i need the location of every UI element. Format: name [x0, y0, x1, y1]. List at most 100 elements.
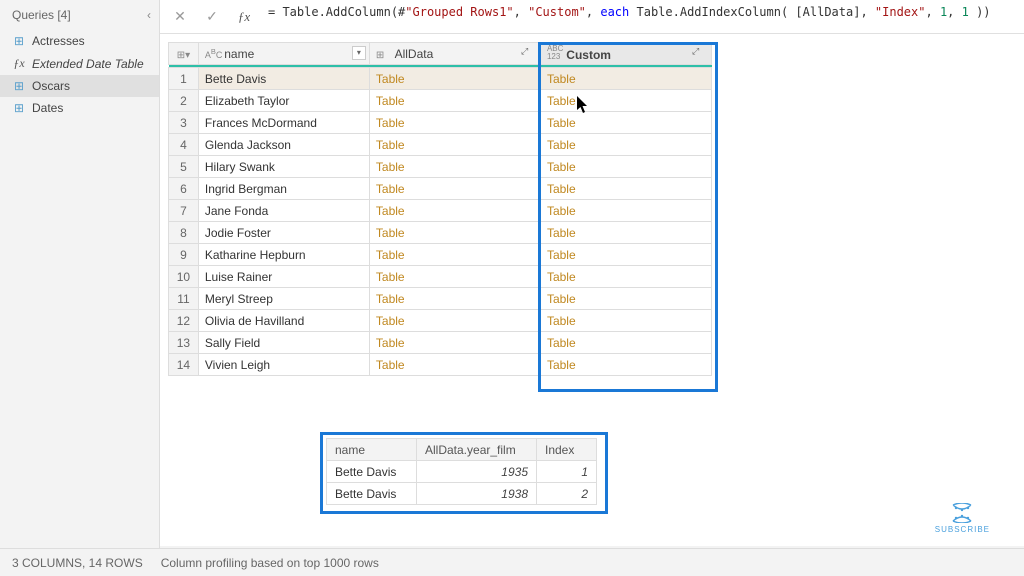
cell-name[interactable]: Jane Fonda: [198, 200, 369, 222]
cell-name[interactable]: Meryl Streep: [198, 288, 369, 310]
table-row[interactable]: 4Glenda JacksonTableTable: [169, 134, 712, 156]
cell-name[interactable]: Bette Davis: [198, 68, 369, 90]
table-link[interactable]: Table: [547, 314, 576, 328]
column-header-name[interactable]: ABC name ▾: [198, 43, 369, 65]
table-link[interactable]: Table: [547, 204, 576, 218]
row-number[interactable]: 6: [169, 178, 199, 200]
row-number[interactable]: 12: [169, 310, 199, 332]
table-link[interactable]: Table: [376, 314, 405, 328]
cell-custom[interactable]: Table: [540, 156, 711, 178]
cell-custom[interactable]: Table: [540, 244, 711, 266]
table-row[interactable]: 5Hilary Swank Table Table: [169, 156, 712, 178]
cell-alldata[interactable]: Table: [369, 200, 540, 222]
row-number[interactable]: 13: [169, 332, 199, 354]
cell-custom[interactable]: Table: [540, 332, 711, 354]
table-link[interactable]: Table: [547, 226, 576, 240]
table-row[interactable]: 11Meryl StreepTableTable: [169, 288, 712, 310]
cell-name[interactable]: Frances McDormand: [198, 112, 369, 134]
column-header-custom[interactable]: ABC123 Custom ⤢: [540, 43, 711, 65]
table-link[interactable]: Table: [376, 358, 405, 372]
table-link[interactable]: Table: [547, 182, 576, 196]
table-link[interactable]: Table: [376, 72, 405, 86]
table-link[interactable]: Table: [376, 270, 405, 284]
cell-name[interactable]: Katharine Hepburn: [198, 244, 369, 266]
preview-col-yearfilm[interactable]: AllData.year_film: [417, 439, 537, 461]
table-link[interactable]: Table: [376, 336, 405, 350]
table-row[interactable]: 2Elizabeth TaylorTableTable: [169, 90, 712, 112]
cell-name[interactable]: Sally Field: [198, 332, 369, 354]
query-item-extended-date-table[interactable]: ƒxExtended Date Table: [0, 52, 159, 75]
corner-cell[interactable]: ⊞▾: [169, 43, 199, 65]
cell-alldata[interactable]: Table: [369, 244, 540, 266]
cell-custom[interactable]: Table: [540, 90, 711, 112]
cell-name[interactable]: Ingrid Bergman: [198, 178, 369, 200]
table-row[interactable]: 6Ingrid Bergman Table Table: [169, 178, 712, 200]
cell-alldata[interactable]: Table: [369, 156, 540, 178]
cell-alldata[interactable]: Table: [369, 178, 540, 200]
table-link[interactable]: Table: [376, 182, 405, 196]
cell-custom[interactable]: Table: [540, 68, 711, 90]
table-link[interactable]: Table: [547, 248, 576, 262]
row-number[interactable]: 8: [169, 222, 199, 244]
cell-alldata[interactable]: Table: [369, 90, 540, 112]
cell-custom[interactable]: Table: [540, 310, 711, 332]
table-row[interactable]: 9Katharine HepburnTableTable: [169, 244, 712, 266]
table-row[interactable]: 7Jane FondaTableTable: [169, 200, 712, 222]
cell-name[interactable]: Elizabeth Taylor: [198, 90, 369, 112]
table-row[interactable]: 14Vivien Leigh Table Table: [169, 354, 712, 376]
table-row[interactable]: 13Sally Field Table Table: [169, 332, 712, 354]
cell-alldata[interactable]: Table: [369, 332, 540, 354]
table-link[interactable]: Table: [547, 116, 576, 130]
cell-alldata[interactable]: Table: [369, 112, 540, 134]
query-item-dates[interactable]: ⊞Dates: [0, 97, 159, 119]
subscribe-badge[interactable]: SUBSCRIBE: [935, 503, 990, 534]
cell-name[interactable]: Vivien Leigh: [198, 354, 369, 376]
cell-custom[interactable]: Table: [540, 112, 711, 134]
row-number[interactable]: 2: [169, 90, 199, 112]
cell-custom[interactable]: Table: [540, 266, 711, 288]
table-link[interactable]: Table: [547, 160, 576, 174]
table-link[interactable]: Table: [547, 72, 576, 86]
table-row[interactable]: 12Olivia de Havilland Table Table: [169, 310, 712, 332]
commit-formula-icon[interactable]: ✓: [198, 5, 226, 29]
row-number[interactable]: 4: [169, 134, 199, 156]
table-link[interactable]: Table: [376, 160, 405, 174]
row-number[interactable]: 14: [169, 354, 199, 376]
table-link[interactable]: Table: [547, 138, 576, 152]
table-link[interactable]: Table: [376, 226, 405, 240]
cell-alldata[interactable]: Table: [369, 222, 540, 244]
filter-dropdown-icon[interactable]: ▾: [352, 46, 366, 60]
preview-col-name[interactable]: name: [327, 439, 417, 461]
cell-alldata[interactable]: Table: [369, 288, 540, 310]
preview-row[interactable]: Bette Davis19351: [327, 461, 597, 483]
query-item-actresses[interactable]: ⊞Actresses: [0, 30, 159, 52]
table-link[interactable]: Table: [376, 292, 405, 306]
row-number[interactable]: 1: [169, 68, 199, 90]
table-link[interactable]: Table: [547, 270, 576, 284]
table-link[interactable]: Table: [376, 204, 405, 218]
preview-row[interactable]: Bette Davis19382: [327, 483, 597, 505]
cell-alldata[interactable]: Table: [369, 354, 540, 376]
cell-custom[interactable]: Table: [540, 222, 711, 244]
table-link[interactable]: Table: [547, 336, 576, 350]
formula-input[interactable]: = Table.AddColumn(#"Grouped Rows1", "Cus…: [262, 5, 1018, 29]
cell-name[interactable]: Olivia de Havilland: [198, 310, 369, 332]
column-header-alldata[interactable]: ⊞ AllData ⤢: [369, 43, 540, 65]
row-number[interactable]: 5: [169, 156, 199, 178]
table-link[interactable]: Table: [547, 358, 576, 372]
cell-alldata[interactable]: Table: [369, 68, 540, 90]
table-row[interactable]: 8Jodie FosterTableTable: [169, 222, 712, 244]
table-row[interactable]: 10Luise RainerTableTable: [169, 266, 712, 288]
row-number[interactable]: 3: [169, 112, 199, 134]
collapse-sidebar-icon[interactable]: ‹: [147, 8, 151, 22]
cell-custom[interactable]: Table: [540, 288, 711, 310]
table-link[interactable]: Table: [376, 138, 405, 152]
cell-custom[interactable]: Table: [540, 178, 711, 200]
preview-col-index[interactable]: Index: [537, 439, 597, 461]
cell-name[interactable]: Hilary Swank: [198, 156, 369, 178]
fx-icon[interactable]: ƒx: [230, 5, 258, 29]
row-number[interactable]: 9: [169, 244, 199, 266]
cell-alldata[interactable]: Table: [369, 266, 540, 288]
cell-alldata[interactable]: Table: [369, 310, 540, 332]
cell-alldata[interactable]: Table: [369, 134, 540, 156]
